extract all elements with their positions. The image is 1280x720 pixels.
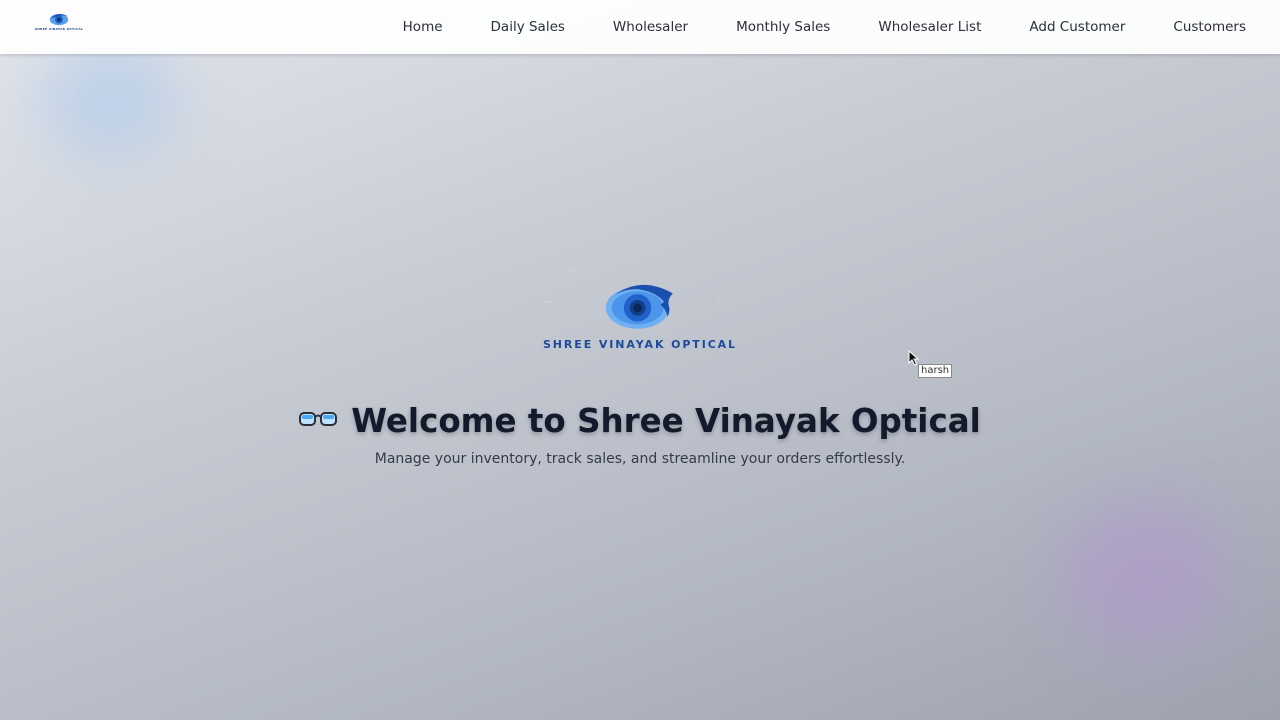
page-title: Welcome to Shree Vinayak Optical: [351, 402, 981, 440]
navbar: SHREE VINAYAK OPTICAL Home Daily Sales W…: [0, 0, 1280, 54]
brand-logo-text: SHREE VINAYAK OPTICAL: [34, 27, 84, 31]
page-subtitle: Manage your inventory, track sales, and …: [374, 451, 906, 467]
nav-link-wholesaler[interactable]: Wholesaler: [613, 19, 688, 35]
eye-logo-icon: [49, 14, 69, 26]
nav-link-wholesaler-list[interactable]: Wholesaler List: [878, 19, 981, 35]
nav-link-home[interactable]: Home: [403, 19, 443, 35]
hero-logo: ····· ··· ··· SHREE VINAYAK OPTICAL: [540, 262, 740, 382]
decorative-blob-purple: [1060, 500, 1230, 650]
nav-link-customers[interactable]: Customers: [1173, 19, 1246, 35]
nav-link-monthly-sales[interactable]: Monthly Sales: [736, 19, 830, 35]
faint-watermark: ···: [716, 298, 724, 307]
glasses-icon: [299, 409, 338, 433]
eye-logo-icon: [605, 284, 673, 329]
hero-logo-text: SHREE VINAYAK OPTICAL: [542, 338, 737, 351]
decorative-blob-blue: [40, 40, 180, 160]
hero-title-row: Welcome to Shree Vinayak Optical: [0, 402, 1280, 440]
faint-watermark: ···: [544, 298, 552, 307]
tooltip: harsh: [918, 364, 953, 378]
nav-links: Home Daily Sales Wholesaler Monthly Sale…: [355, 0, 1246, 54]
brand-logo[interactable]: SHREE VINAYAK OPTICAL: [34, 12, 84, 40]
faint-watermark: ·····: [566, 266, 579, 275]
nav-link-add-customer[interactable]: Add Customer: [1029, 19, 1125, 35]
nav-link-daily-sales[interactable]: Daily Sales: [491, 19, 565, 35]
